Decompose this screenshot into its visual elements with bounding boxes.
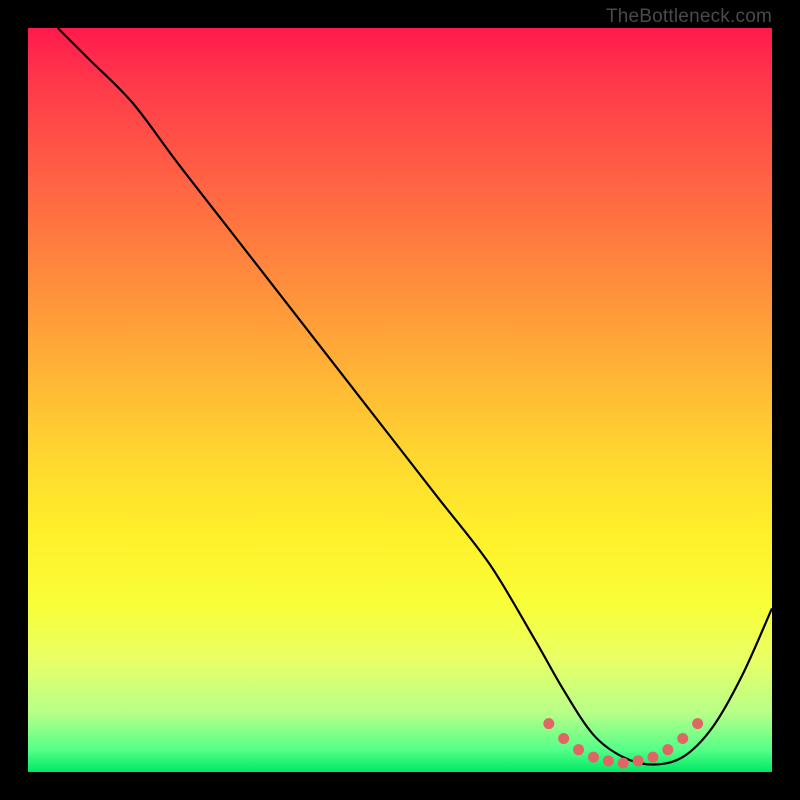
highlight-dot <box>633 755 644 766</box>
highlight-dot <box>677 733 688 744</box>
highlight-dot <box>692 718 703 729</box>
highlight-dot <box>543 718 554 729</box>
highlight-dot <box>618 758 629 769</box>
highlight-dot <box>603 755 614 766</box>
highlight-dot <box>588 752 599 763</box>
highlight-dots <box>543 718 703 768</box>
highlight-dot <box>573 744 584 755</box>
bottleneck-curve <box>58 28 772 765</box>
plot-area <box>28 28 772 772</box>
chart-svg <box>28 28 772 772</box>
highlight-dot <box>647 752 658 763</box>
highlight-dot <box>662 744 673 755</box>
highlight-dot <box>558 733 569 744</box>
watermark: TheBottleneck.com <box>606 6 772 28</box>
